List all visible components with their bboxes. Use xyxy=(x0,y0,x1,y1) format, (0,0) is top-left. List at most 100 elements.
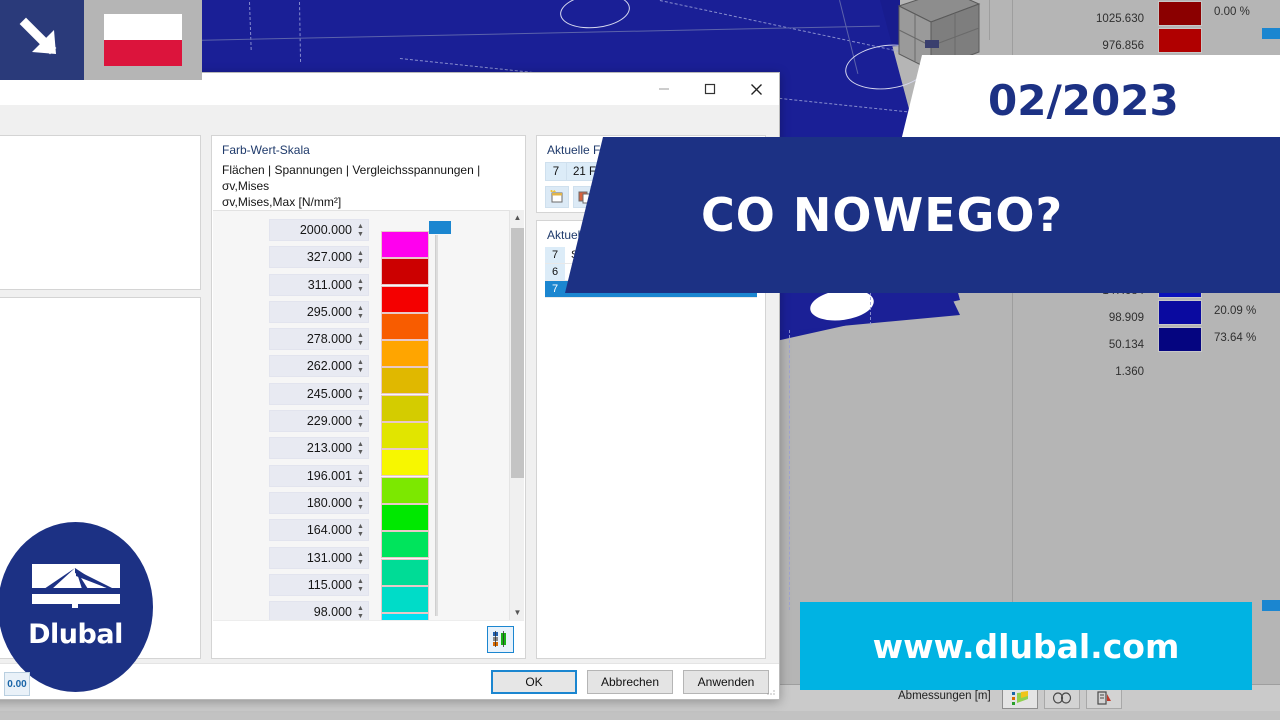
render-mode-icon xyxy=(1011,690,1028,705)
scrollbar-down-button[interactable]: ▼ xyxy=(510,605,525,620)
scale-header: Farb-Wert-Skala Flächen | Spannungen | V… xyxy=(212,136,525,210)
scale-value-input[interactable]: 196.001 ▲ ▼ xyxy=(269,464,369,487)
scale-row[interactable]: 295.000 ▲ ▼ xyxy=(213,299,524,340)
scale-value-input[interactable]: 311.000 ▲ ▼ xyxy=(269,273,369,296)
scale-value-input[interactable]: 131.000 ▲ ▼ xyxy=(269,546,369,569)
spinner-arrows-icon[interactable]: ▲ ▼ xyxy=(356,578,365,593)
scale-row[interactable]: 327.000 ▲ ▼ xyxy=(213,244,524,286)
scale-footer xyxy=(213,620,524,657)
color-scale-settings-button[interactable] xyxy=(487,626,514,653)
spinner-arrows-icon[interactable]: ▲ ▼ xyxy=(356,332,365,347)
scale-row[interactable]: 164.000 ▲ ▼ xyxy=(213,517,524,559)
spinner-arrows-icon[interactable]: ▲ ▼ xyxy=(356,387,365,402)
title-badge: CO NOWEGO? xyxy=(565,137,1280,293)
scale-value-input[interactable]: 180.000 ▲ ▼ xyxy=(269,491,369,514)
legend-marker[interactable] xyxy=(1262,28,1280,39)
maximize-icon xyxy=(704,83,716,95)
scale-value-input[interactable]: 327.000 ▲ ▼ xyxy=(269,246,369,269)
status-dimensions-label: Abmessungen [m] xyxy=(898,690,991,702)
scale-row[interactable]: 229.000 ▲ ▼ xyxy=(213,408,524,450)
status-visibility-button[interactable] xyxy=(1044,687,1080,709)
url-badge-text: www.dlubal.com xyxy=(872,626,1180,666)
scale-value-input[interactable]: 278.000 ▲ ▼ xyxy=(269,328,369,351)
minimize-button[interactable] xyxy=(641,73,687,105)
legend-value: 1.360 xyxy=(1115,366,1144,379)
scale-value-input[interactable]: 115.000 ▲ ▼ xyxy=(269,573,369,596)
visibility-icon xyxy=(1052,692,1072,704)
resize-grip-icon[interactable] xyxy=(766,686,776,696)
scale-row[interactable]: 262.000 ▲ ▼ xyxy=(213,353,524,395)
new-palette-button[interactable] xyxy=(545,186,569,208)
legend-percent: 73.64 % xyxy=(1214,332,1257,345)
scale-value-input[interactable]: 295.000 ▲ ▼ xyxy=(269,300,369,323)
scale-subtitle-line2: σv,Mises,Max [N/mm²] xyxy=(222,195,342,210)
legend-row: 1025.630 0.00 % xyxy=(1040,0,1280,27)
spinner-arrows-icon[interactable]: ▲ ▼ xyxy=(356,223,365,238)
model-dashed-line xyxy=(789,330,790,610)
scrollbar-up-button[interactable]: ▲ xyxy=(510,210,525,225)
scale-row-list: 2000.000 ▲ ▼ 327.000 ▲ ▼ 311.000 ▲ ▼ 295.000 ▲ ▼ 278… xyxy=(213,217,524,620)
scale-row[interactable]: 2000.000 ▲ ▼ xyxy=(213,217,524,258)
scale-row[interactable]: 180.000 ▲ ▼ xyxy=(213,490,524,531)
spinner-arrows-icon[interactable]: ▲ ▼ xyxy=(356,496,365,511)
scale-value-input[interactable]: 245.000 ▲ ▼ xyxy=(269,382,369,405)
scale-row[interactable]: 98.000 ▲ ▼ xyxy=(213,599,524,620)
spinner-arrows-icon[interactable]: ▲ ▼ xyxy=(356,305,365,320)
spinner-arrows-icon[interactable]: ▲ ▼ xyxy=(356,278,365,293)
status-render-mode-button[interactable] xyxy=(1002,687,1038,709)
new-palette-icon xyxy=(550,190,562,203)
value-display-icon[interactable]: 0.00 xyxy=(4,672,30,696)
close-button[interactable] xyxy=(733,73,779,105)
scale-value-input[interactable]: 229.000 ▲ ▼ xyxy=(269,410,369,433)
scale-row[interactable]: 115.000 ▲ ▼ xyxy=(213,572,524,613)
scale-value-input[interactable]: 2000.000 ▲ ▼ xyxy=(269,219,369,241)
spinner-arrows-icon[interactable]: ▲ ▼ xyxy=(356,441,365,456)
spinner-arrows-icon[interactable]: ▲ ▼ xyxy=(356,469,365,484)
scale-row[interactable]: 245.000 ▲ ▼ xyxy=(213,381,524,422)
scrollbar-thumb[interactable] xyxy=(511,228,524,478)
legend-value: 976.856 xyxy=(1102,40,1144,53)
legend-value: 98.909 xyxy=(1108,312,1144,325)
scale-value-input[interactable]: 213.000 ▲ ▼ xyxy=(269,437,369,460)
clipping-icon xyxy=(1097,690,1111,705)
spinner-arrows-icon[interactable]: ▲ ▼ xyxy=(356,359,365,374)
spinner-arrows-icon[interactable]: ▲ ▼ xyxy=(356,250,365,265)
arrow-down-right-icon xyxy=(19,17,57,55)
scale-row[interactable]: 311.000 ▲ ▼ xyxy=(213,272,524,313)
scale-value-input[interactable]: 262.000 ▲ ▼ xyxy=(269,355,369,378)
spinner-arrows-icon[interactable]: ▲ ▼ xyxy=(356,551,365,566)
scale-color-swatch[interactable] xyxy=(381,613,429,620)
dlubal-logo-mark-icon xyxy=(31,564,120,608)
viewport-divider xyxy=(989,0,990,40)
status-clipping-button[interactable] xyxy=(1086,687,1122,709)
maximize-button[interactable] xyxy=(687,73,733,105)
legend-row: 976.856 xyxy=(1040,27,1280,54)
legend-color-swatch xyxy=(1158,300,1202,326)
ok-button[interactable]: OK xyxy=(491,670,577,694)
legend-color-swatch xyxy=(1158,327,1202,353)
url-badge[interactable]: www.dlubal.com xyxy=(800,602,1252,690)
legend-marker[interactable] xyxy=(1262,600,1280,611)
dlubal-logo-text: Dlubal xyxy=(28,619,123,650)
spinner-arrows-icon[interactable]: ▲ ▼ xyxy=(356,605,365,620)
scale-scrollbar[interactable]: ▲ ▼ xyxy=(509,210,524,620)
apply-button[interactable]: Anwenden xyxy=(683,670,769,694)
scale-value-input[interactable]: 164.000 ▲ ▼ xyxy=(269,519,369,542)
window-buttons xyxy=(641,73,779,105)
scale-scroll-area[interactable]: 2000.000 ▲ ▼ 327.000 ▲ ▼ 311.000 ▲ ▼ 295.000 ▲ ▼ 278… xyxy=(213,210,524,620)
legend-value: 1025.630 xyxy=(1096,13,1144,25)
values-row-index: 7 xyxy=(545,281,565,297)
spinner-arrows-icon[interactable]: ▲ ▼ xyxy=(356,523,365,538)
scale-row[interactable]: 278.000 ▲ ▼ xyxy=(213,326,524,368)
scale-value-input[interactable]: 98.000 ▲ ▼ xyxy=(269,601,369,620)
spinner-arrows-icon[interactable]: ▲ ▼ xyxy=(356,414,365,429)
scale-row[interactable]: 196.001 ▲ ▼ xyxy=(213,463,524,504)
scale-row[interactable]: 213.000 ▲ ▼ xyxy=(213,435,524,477)
scale-row[interactable]: 131.000 ▲ ▼ xyxy=(213,545,524,586)
language-flag-block xyxy=(84,0,202,80)
cancel-button[interactable]: Abbrechen xyxy=(587,670,673,694)
legend-color-swatch xyxy=(1158,1,1202,26)
poland-flag-icon xyxy=(104,14,182,66)
date-badge: 02/2023 xyxy=(900,55,1280,145)
minimize-icon xyxy=(659,88,669,90)
